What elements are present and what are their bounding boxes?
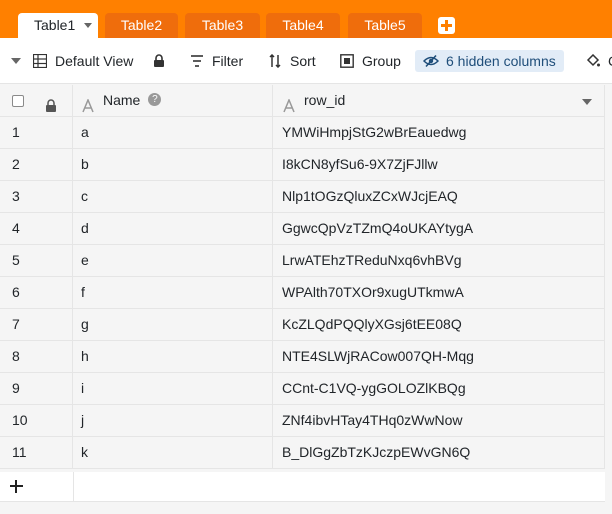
group-button[interactable]: Group bbox=[339, 50, 401, 72]
row-index: 11 bbox=[0, 437, 73, 468]
table-row[interactable]: 6 f WPAlth70TXOr9xugUTkmwA bbox=[0, 277, 605, 309]
select-all-checkbox[interactable] bbox=[12, 95, 24, 107]
sort-button[interactable]: Sort bbox=[267, 50, 316, 72]
name-cell[interactable]: f bbox=[73, 277, 273, 308]
row-index: 3 bbox=[0, 181, 73, 212]
table-row[interactable]: 2 b I8kCN8yfSu6-9X7ZjFJllw bbox=[0, 149, 605, 181]
hidden-columns-label: 6 hidden columns bbox=[446, 53, 556, 69]
style-button[interactable]: C bbox=[585, 50, 612, 72]
row-id-cell[interactable]: GgwcQpVzTZmQ4oUKAYtygA bbox=[273, 213, 605, 244]
row-id-cell[interactable]: KcZLQdPQQlyXGsj6tEE08Q bbox=[273, 309, 605, 340]
row-index: 1 bbox=[0, 117, 73, 148]
tab-table4[interactable]: Table4 bbox=[266, 13, 340, 38]
view-dropdown-icon[interactable] bbox=[11, 58, 21, 64]
name-cell[interactable]: i bbox=[73, 373, 273, 404]
row-id-cell[interactable]: I8kCN8yfSu6-9X7ZjFJllw bbox=[273, 149, 605, 180]
row-id-cell[interactable]: B_DlGgZbTzKJczpEWvGN6Q bbox=[273, 437, 605, 468]
grid-icon bbox=[32, 53, 48, 69]
tab-table2[interactable]: Table2 bbox=[105, 13, 178, 38]
table-row[interactable]: 7 g KcZLQdPQQlyXGsj6tEE08Q bbox=[0, 309, 605, 341]
tab-dropdown-icon[interactable] bbox=[84, 23, 92, 28]
table-row[interactable]: 4 d GgwcQpVzTZmQ4oUKAYtygA bbox=[0, 213, 605, 245]
sort-icon bbox=[267, 53, 283, 69]
table-row[interactable]: 9 i CCnt-C1VQ-ygGOLOZlKBQg bbox=[0, 373, 605, 405]
filter-button[interactable]: Filter bbox=[189, 50, 243, 72]
name-cell[interactable]: d bbox=[73, 213, 273, 244]
row-index: 4 bbox=[0, 213, 73, 244]
tab-label: Table3 bbox=[201, 17, 244, 33]
row-id-cell[interactable]: LrwATEhzTReduNxq6vhBVg bbox=[273, 245, 605, 276]
name-cell[interactable]: g bbox=[73, 309, 273, 340]
name-cell[interactable]: b bbox=[73, 149, 273, 180]
row-id-cell[interactable]: YMWiHmpjStG2wBrEauedwg bbox=[273, 117, 605, 148]
view-selector-button[interactable]: Default View bbox=[32, 50, 133, 72]
sort-label: Sort bbox=[290, 53, 316, 69]
chevron-down-icon[interactable] bbox=[582, 99, 592, 105]
column-label: Name bbox=[103, 92, 141, 108]
row-index: 6 bbox=[0, 277, 73, 308]
name-cell[interactable]: k bbox=[73, 437, 273, 468]
add-row-bar bbox=[0, 472, 605, 502]
grid-header-row: Name? row_id bbox=[0, 85, 605, 117]
name-cell[interactable]: e bbox=[73, 245, 273, 276]
table-tab-bar: Table1 Table2 Table3 Table4 Table5 bbox=[0, 0, 612, 38]
tab-label: Table1 bbox=[34, 17, 76, 33]
row-index: 8 bbox=[0, 341, 73, 372]
name-cell[interactable]: c bbox=[73, 181, 273, 212]
paint-bucket-icon bbox=[585, 53, 601, 69]
row-index: 10 bbox=[0, 405, 73, 436]
tab-label: Table5 bbox=[364, 17, 406, 33]
table-row[interactable]: 8 h NTE4SLWjRACow007QH-Mqg bbox=[0, 341, 605, 373]
lock-icon[interactable] bbox=[45, 93, 59, 112]
filter-label: Filter bbox=[212, 53, 244, 69]
tab-table1[interactable]: Table1 bbox=[18, 13, 98, 38]
group-label: Group bbox=[362, 53, 401, 69]
header-select-cell bbox=[0, 85, 73, 116]
row-id-cell[interactable]: NTE4SLWjRACow007QH-Mqg bbox=[273, 341, 605, 372]
hidden-columns-button[interactable]: 6 hidden columns bbox=[415, 50, 564, 72]
column-header-name[interactable]: Name? bbox=[73, 85, 273, 116]
tab-table3[interactable]: Table3 bbox=[185, 13, 260, 38]
lock-view-button[interactable] bbox=[151, 50, 174, 72]
table-row[interactable]: 11 k B_DlGgZbTzKJczpEWvGN6Q bbox=[0, 437, 605, 469]
table-row[interactable]: 10 j ZNf4ibvHTay4THq0zWwNow bbox=[0, 405, 605, 437]
add-table-plus-icon[interactable] bbox=[438, 17, 455, 34]
view-toolbar: Default View Filter Sort Group 6 hidden … bbox=[0, 38, 612, 84]
style-label: C bbox=[608, 53, 612, 69]
row-id-cell[interactable]: Nlp1tOGzQluxZCxWJcjEAQ bbox=[273, 181, 605, 212]
table-row[interactable]: 3 c Nlp1tOGzQluxZCxWJcjEAQ bbox=[0, 181, 605, 213]
tab-table5[interactable]: Table5 bbox=[348, 13, 422, 38]
group-icon bbox=[339, 53, 355, 69]
view-label: Default View bbox=[55, 53, 134, 69]
name-cell[interactable]: h bbox=[73, 341, 273, 372]
text-column-icon bbox=[81, 93, 95, 113]
row-id-cell[interactable]: ZNf4ibvHTay4THq0zWwNow bbox=[273, 405, 605, 436]
table-row[interactable]: 1 a YMWiHmpjStG2wBrEauedwg bbox=[0, 117, 605, 149]
row-index: 5 bbox=[0, 245, 73, 276]
row-id-cell[interactable]: WPAlth70TXOr9xugUTkmwA bbox=[273, 277, 605, 308]
row-id-cell[interactable]: CCnt-C1VQ-ygGOLOZlKBQg bbox=[273, 373, 605, 404]
add-row-plus-icon[interactable] bbox=[10, 480, 23, 493]
name-cell[interactable]: j bbox=[73, 405, 273, 436]
lock-icon bbox=[151, 53, 167, 69]
row-index: 9 bbox=[0, 373, 73, 404]
help-icon[interactable]: ? bbox=[148, 93, 162, 107]
column-label: row_id bbox=[304, 92, 346, 108]
name-cell[interactable]: a bbox=[73, 117, 273, 148]
tab-label: Table4 bbox=[282, 17, 324, 33]
filter-icon bbox=[189, 53, 205, 69]
table-row[interactable]: 5 e LrwATEhzTReduNxq6vhBVg bbox=[0, 245, 605, 277]
tab-label: Table2 bbox=[120, 17, 163, 33]
add-row-divider bbox=[73, 472, 74, 502]
row-index: 2 bbox=[0, 149, 73, 180]
column-header-row-id[interactable]: row_id bbox=[273, 85, 605, 116]
eye-slash-icon bbox=[423, 53, 439, 69]
text-column-icon bbox=[282, 93, 296, 113]
row-index: 7 bbox=[0, 309, 73, 340]
